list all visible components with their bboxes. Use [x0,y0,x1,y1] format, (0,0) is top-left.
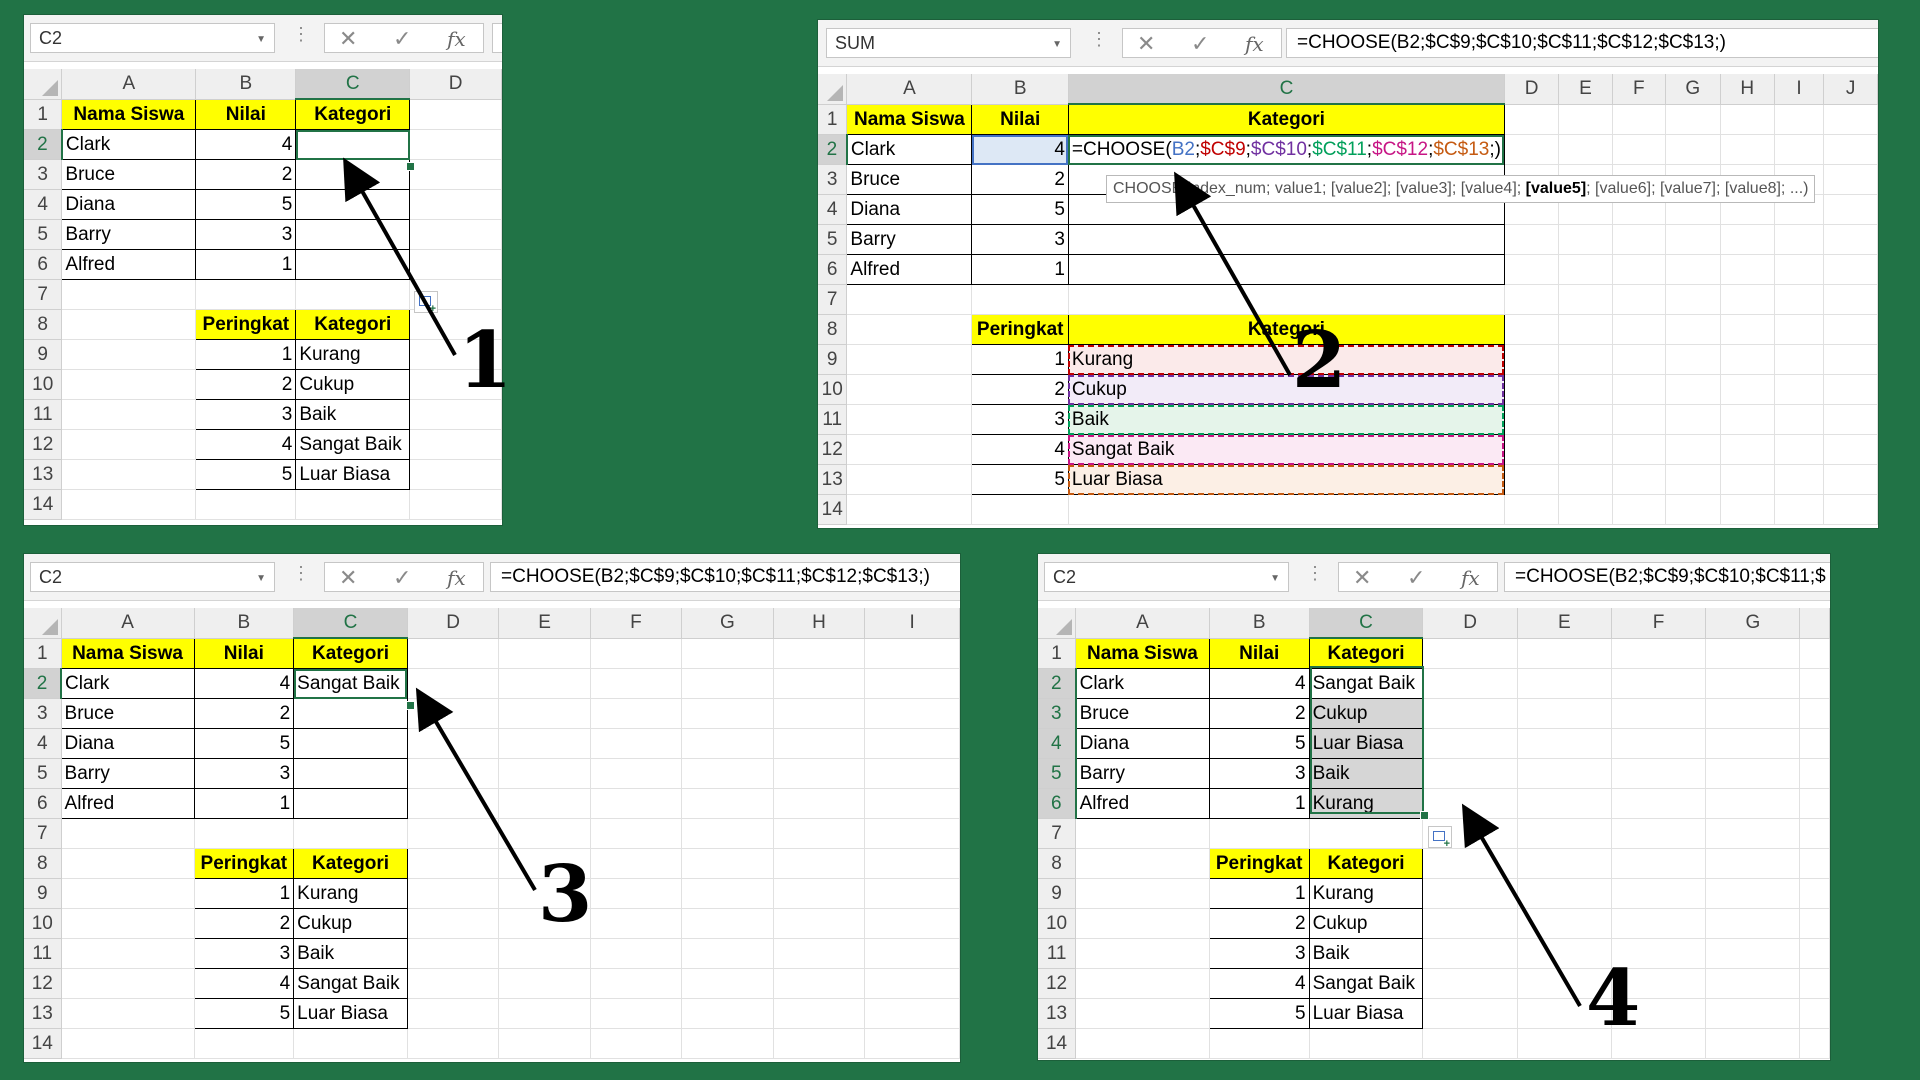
step-number-2: 2 [1292,315,1347,406]
arrow-3 [415,687,537,892]
step-number-4: 4 [1586,953,1641,1044]
annotation-arrows [343,157,1582,1008]
arrow-2 [1174,171,1292,376]
arrow-1 [343,157,457,356]
step-number-1: 1 [458,315,513,406]
step-number-3: 3 [538,849,593,940]
arrow-4 [1461,803,1582,1008]
